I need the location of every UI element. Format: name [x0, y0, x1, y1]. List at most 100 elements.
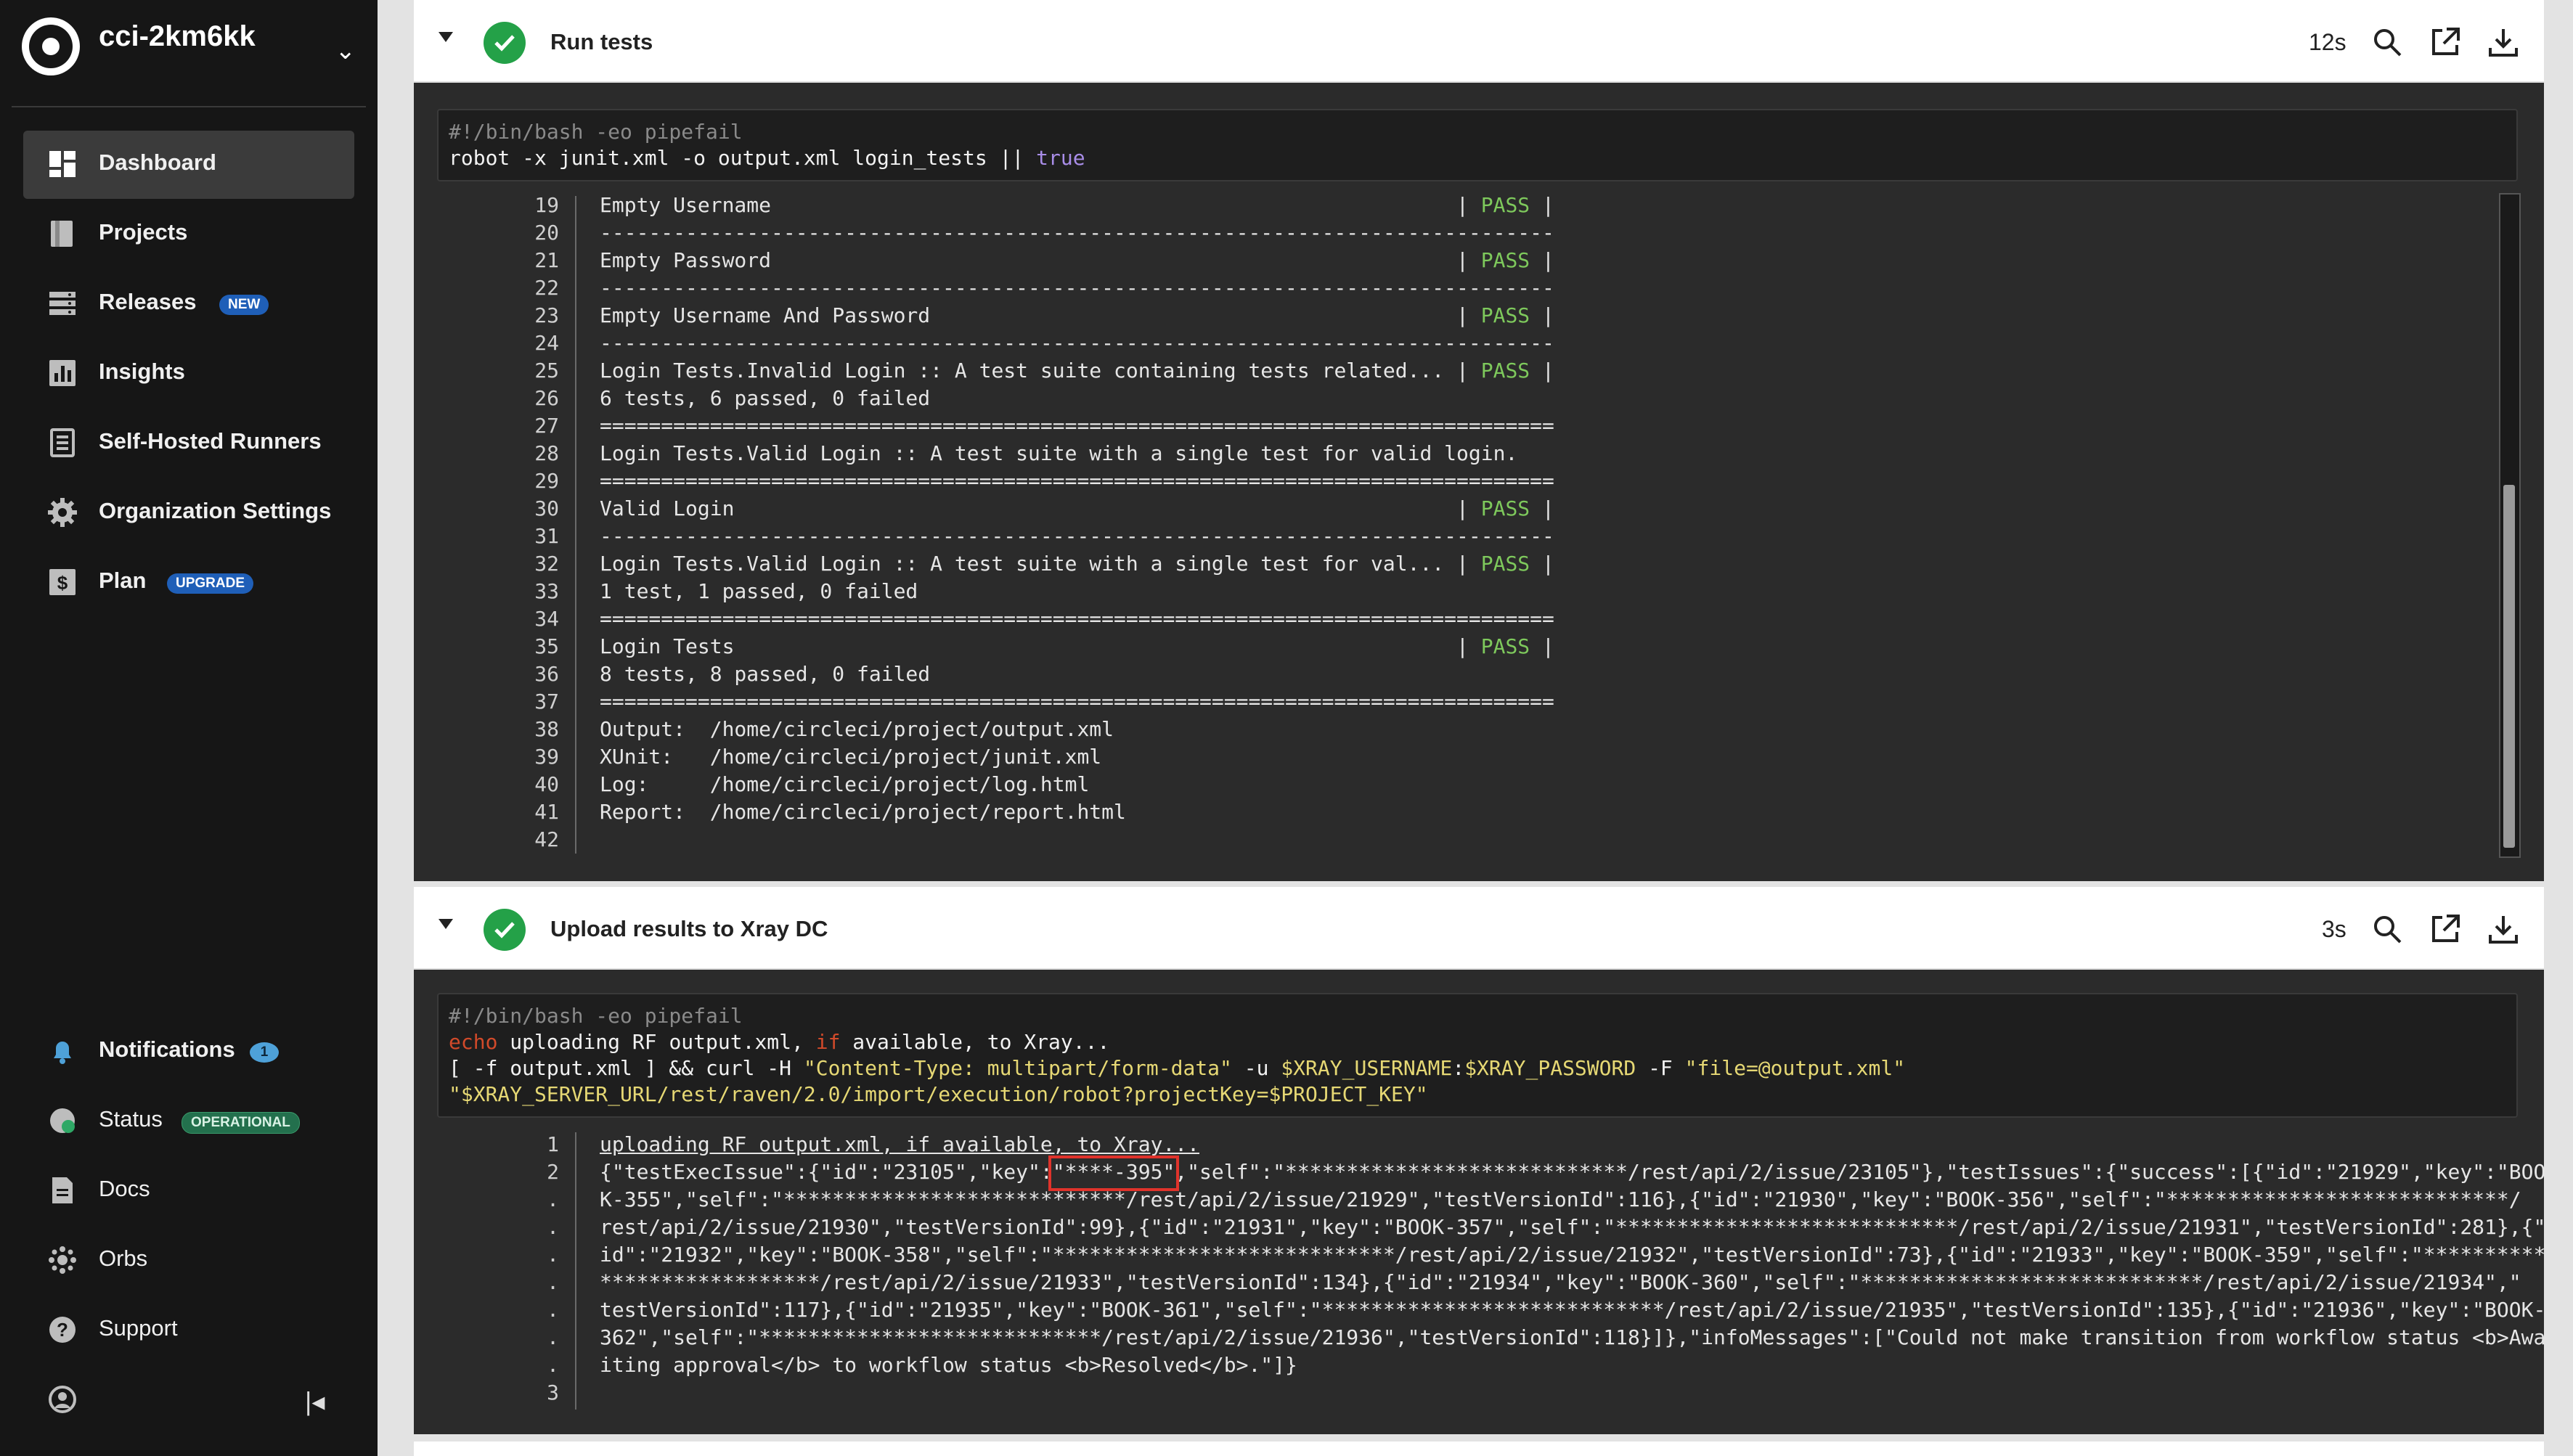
step-upload-results: Upload results to Xray DC 3s #!/bin/bash…: [414, 887, 2546, 1434]
log-line: Output: /home/circleci/project/output.xm…: [600, 717, 1114, 741]
pass-status: PASS: [1480, 552, 1530, 576]
log-text: Output: /home/circleci/project/output.xm…: [600, 717, 1114, 741]
scrollbar-thumb[interactable]: [2503, 485, 2515, 848]
collapse-caret-icon[interactable]: [439, 32, 453, 42]
sidebar-item-docs[interactable]: Docs: [23, 1157, 354, 1225]
log-text: ========================================…: [600, 607, 1554, 631]
notification-count-badge: 1: [250, 1042, 279, 1063]
line-number: 31: [534, 524, 559, 548]
log-line-json: {"testExecIssue":{"id":"23105","key":"**…: [600, 1156, 2545, 1191]
svg-text:?: ?: [57, 1319, 68, 1341]
svg-text:$: $: [57, 572, 68, 594]
download-icon[interactable]: [2487, 913, 2519, 945]
log-text: Login Tests.Valid Login :: A test suite …: [600, 552, 1481, 576]
log-text: Login Tests.Invalid Login :: A test suit…: [600, 359, 1481, 383]
wrap-dot: .: [547, 1325, 559, 1349]
log-text: |: [1530, 634, 1554, 658]
log-line: uploading RF output.xml, if available, t…: [600, 1132, 1200, 1156]
sidebar: cci-2km6kk ⌄ Dashboard Projects Releases…: [0, 0, 378, 1456]
line-number: 21: [534, 248, 559, 272]
success-check-icon: [484, 909, 526, 951]
chevron-down-icon[interactable]: ⌄: [335, 36, 356, 65]
log-line: ----------------------------------------…: [600, 276, 1554, 300]
sidebar-item-support[interactable]: ? Support: [23, 1296, 354, 1365]
line-number: 41: [534, 800, 559, 824]
log-line: Login Tests | PASS |: [600, 634, 1554, 658]
line-number: 20: [534, 221, 559, 245]
log-line-wrap: id":"21932","key":"BOOK-358","self":"***…: [600, 1243, 2546, 1267]
log-line: Empty Username | PASS |: [600, 193, 1554, 217]
log-text: Empty Username And Password |: [600, 303, 1481, 327]
sidebar-item-label: Releases: [99, 289, 197, 314]
search-icon[interactable]: [2371, 913, 2403, 945]
sidebar-item-status[interactable]: Status OPERATIONAL: [23, 1087, 354, 1156]
sidebar-item-dashboard[interactable]: Dashboard: [23, 131, 354, 199]
sidebar-item-label: Dashboard: [99, 150, 216, 175]
sidebar-item-label: Status: [99, 1106, 163, 1132]
log-text: |: [1530, 552, 1554, 576]
sidebar-item-label: Notifications: [99, 1036, 235, 1062]
line-number: 27: [534, 414, 559, 438]
log-output: 1 uploading RF output.xml, if available,…: [414, 970, 2546, 1434]
help-icon: ?: [48, 1315, 77, 1344]
user-avatar[interactable]: [23, 1366, 96, 1434]
collapse-caret-icon[interactable]: [439, 919, 453, 929]
line-number: 36: [534, 662, 559, 686]
sidebar-item-projects[interactable]: Projects: [23, 200, 354, 269]
log-scrollbar[interactable]: [2499, 193, 2521, 858]
log-line: Log: /home/circleci/project/log.html: [600, 772, 1089, 796]
line-number: 30: [534, 496, 559, 520]
line-number: 22: [534, 276, 559, 300]
sidebar-item-orbs[interactable]: Orbs: [23, 1227, 354, 1295]
org-switcher[interactable]: cci-2km6kk ⌄: [22, 15, 363, 87]
pass-status: PASS: [1480, 248, 1530, 272]
pass-status: PASS: [1480, 634, 1530, 658]
sidebar-item-label: Orbs: [99, 1246, 148, 1271]
log-line: 1 test, 1 passed, 0 failed: [600, 579, 918, 603]
line-number: 25: [534, 359, 559, 383]
circleci-logo-icon: [22, 17, 80, 75]
log-line: ========================================…: [600, 607, 1554, 631]
line-number: 39: [534, 745, 559, 769]
sidebar-item-insights[interactable]: Insights: [23, 340, 354, 408]
open-external-icon[interactable]: [2429, 913, 2461, 945]
line-number: 38: [534, 717, 559, 741]
log-text: |: [1530, 303, 1554, 327]
line-number: 1: [547, 1132, 559, 1156]
sidebar-item-label: Docs: [99, 1176, 150, 1201]
sidebar-item-label: Insights: [99, 359, 185, 384]
search-icon[interactable]: [2371, 26, 2403, 58]
dashboard-icon: [48, 150, 77, 179]
step-output: #!/bin/bash -eo pipefail echo uploading …: [414, 970, 2546, 1434]
log-line-wrap: iting approval</b> to workflow status <b…: [600, 1353, 1297, 1377]
line-number: 19: [534, 193, 559, 217]
sidebar-item-label: Self-Hosted Runners: [99, 428, 322, 454]
org-name: cci-2km6kk: [99, 20, 256, 52]
line-number: 33: [534, 579, 559, 603]
open-external-icon[interactable]: [2429, 26, 2461, 58]
sidebar-item-notifications[interactable]: Notifications 1: [23, 1018, 354, 1086]
sidebar-item-self-hosted-runners[interactable]: Self-Hosted Runners: [23, 409, 354, 478]
line-number: 40: [534, 772, 559, 796]
collapse-sidebar-icon[interactable]: |◂: [305, 1386, 325, 1417]
step-header[interactable]: Run tests 12s: [414, 0, 2544, 83]
sidebar-item-releases[interactable]: Releases NEW: [23, 270, 354, 338]
download-icon[interactable]: [2487, 26, 2519, 58]
log-line-wrap: rest/api/2/issue/21930","testVersionId":…: [600, 1215, 2546, 1239]
releases-icon: [48, 289, 77, 318]
pass-status: PASS: [1480, 303, 1530, 327]
log-line: Login Tests.Valid Login :: A test suite …: [600, 441, 1517, 465]
log-text: Login Tests.Valid Login :: A test suite …: [600, 441, 1518, 465]
sidebar-item-organization-settings[interactable]: Organization Settings: [23, 479, 354, 547]
line-number: 34: [534, 607, 559, 631]
log-line: ========================================…: [600, 414, 1554, 438]
step-header[interactable]: Upload results to Xray DC 3s: [414, 887, 2544, 970]
pass-status: PASS: [1480, 193, 1530, 217]
log-text: ========================================…: [600, 469, 1554, 493]
step-duration: 3s: [2322, 916, 2346, 942]
sidebar-item-plan[interactable]: $ Plan UPGRADE: [23, 549, 354, 617]
bell-icon: [48, 1036, 77, 1066]
log-text: 8 tests, 8 passed, 0 failed: [600, 662, 931, 686]
log-line-wrap: K-355","self":"*************************…: [600, 1187, 2521, 1211]
json-text: {"testExecIssue":{"id":"23105","key":: [600, 1160, 1053, 1184]
